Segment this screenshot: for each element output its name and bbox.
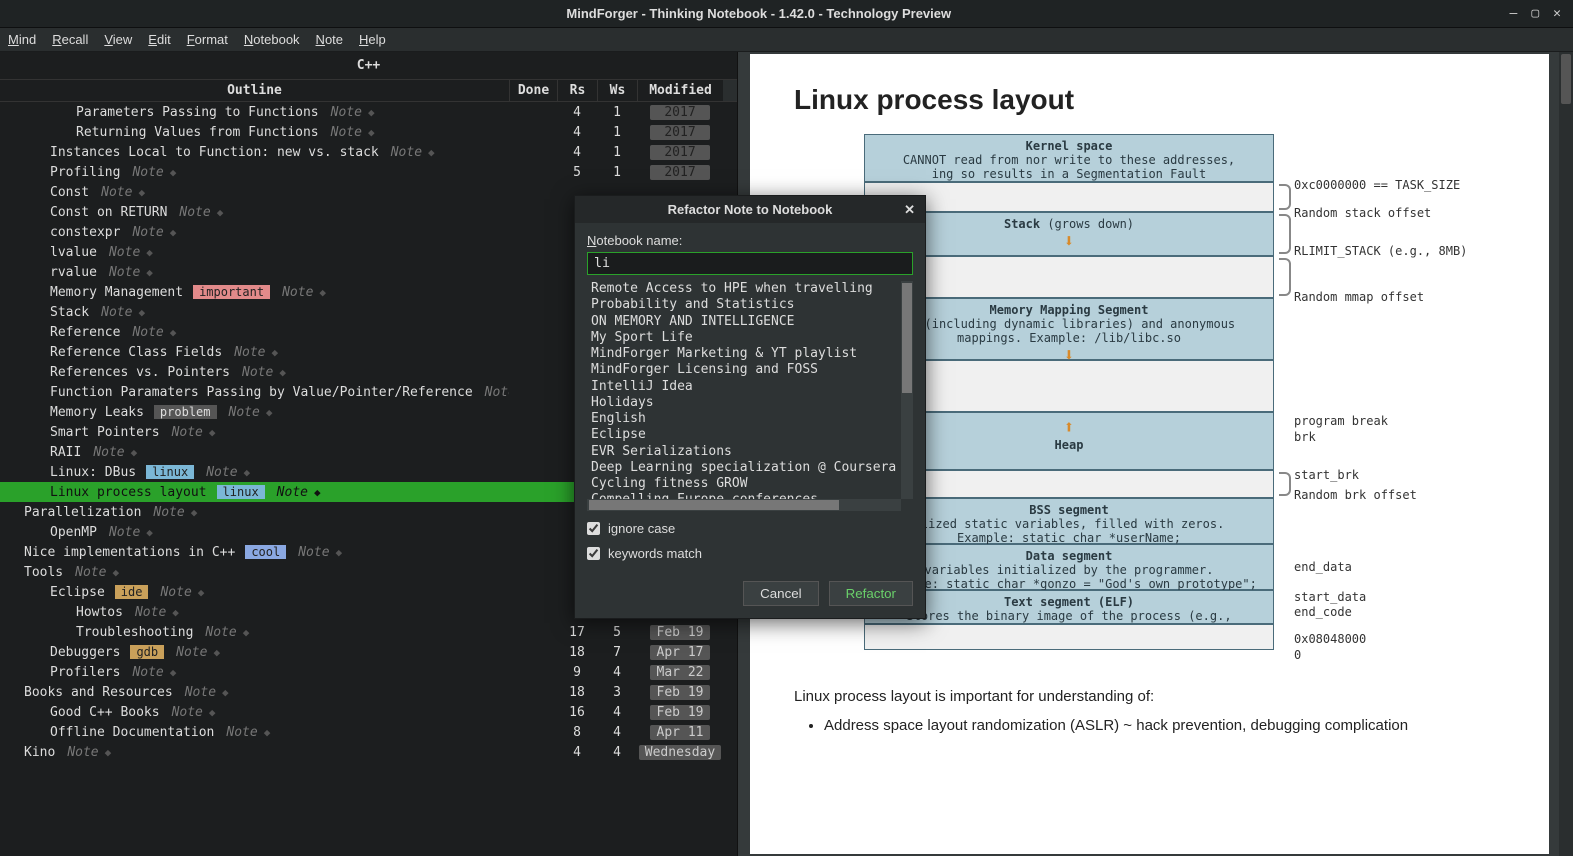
list-item[interactable]: MindForger Licensing and FOSS: [587, 362, 913, 378]
preview-para: Linux process layout is important for un…: [794, 688, 1505, 705]
list-item[interactable]: Holidays: [587, 395, 913, 411]
badge: gdb: [130, 645, 164, 659]
badge: linux: [146, 465, 194, 479]
badge: problem: [154, 405, 217, 419]
list-item[interactable]: Remote Access to HPE when travelling: [587, 281, 913, 297]
dialog-close-icon[interactable]: ✕: [904, 202, 915, 218]
cancel-button[interactable]: Cancel: [743, 581, 819, 606]
titlebar: MindForger - Thinking Notebook - 1.42.0 …: [0, 0, 1573, 28]
badge: ide: [115, 585, 149, 599]
list-item[interactable]: My Sport Life: [587, 330, 913, 346]
col-done[interactable]: Done: [509, 80, 557, 101]
notebook-name-input[interactable]: [587, 252, 913, 275]
table-row[interactable]: Good C++ BooksNote◆164Feb 19: [0, 702, 737, 722]
close-icon[interactable]: ✕: [1553, 6, 1561, 21]
list-item[interactable]: Probability and Statistics: [587, 297, 913, 313]
col-ws[interactable]: Ws: [597, 80, 637, 101]
menu-edit[interactable]: Edit: [148, 32, 170, 47]
table-row[interactable]: Offline DocumentationNote◆84Apr 11: [0, 722, 737, 742]
menu-recall[interactable]: Recall: [52, 32, 88, 47]
preview-bullet: Address space layout randomization (ASLR…: [824, 717, 1505, 734]
list-vscroll[interactable]: [901, 281, 913, 499]
table-row[interactable]: ProfilersNote◆94Mar 22: [0, 662, 737, 682]
list-item[interactable]: IntelliJ Idea: [587, 379, 913, 395]
table-row[interactable]: KinoNote◆44Wednesday: [0, 742, 737, 762]
menu-mind[interactable]: Mind: [8, 32, 36, 47]
col-mod[interactable]: Modified: [637, 80, 723, 101]
list-item[interactable]: MindForger Marketing & YT playlist: [587, 346, 913, 362]
menu-format[interactable]: Format: [187, 32, 228, 47]
outline-header: Outline Done Rs Ws Modified: [0, 79, 737, 102]
menu-view[interactable]: View: [104, 32, 132, 47]
badge: cool: [245, 545, 286, 559]
notebook-list[interactable]: Remote Access to HPE when travellingProb…: [587, 281, 913, 511]
table-row[interactable]: DebuggersgdbNote◆187Apr 17: [0, 642, 737, 662]
notebook-name-label: Notebook name:: [587, 233, 913, 248]
col-outline[interactable]: Outline: [0, 80, 509, 101]
table-row[interactable]: TroubleshootingNote◆175Feb 19: [0, 622, 737, 642]
maximize-icon[interactable]: ▢: [1531, 6, 1539, 21]
dialog-title: Refactor Note to Notebook ✕: [575, 196, 925, 223]
list-item[interactable]: EVR Serializations: [587, 444, 913, 460]
preview-title: Linux process layout: [794, 84, 1505, 116]
list-item[interactable]: Eclipse: [587, 427, 913, 443]
menu-help[interactable]: Help: [359, 32, 386, 47]
table-row[interactable]: Parameters Passing to FunctionsNote◆4120…: [0, 102, 737, 122]
list-item[interactable]: English: [587, 411, 913, 427]
table-row[interactable]: ProfilingNote◆512017: [0, 162, 737, 182]
outline-title: C++: [0, 52, 737, 79]
menubar: Mind Recall View Edit Format Notebook Note Help: [0, 28, 1573, 52]
refactor-dialog: Refactor Note to Notebook ✕ Notebook nam…: [574, 195, 926, 619]
window-title: MindForger - Thinking Notebook - 1.42.0 …: [8, 6, 1510, 21]
refactor-button[interactable]: Refactor: [829, 581, 913, 606]
list-item[interactable]: ON MEMORY AND INTELLIGENCE: [587, 314, 913, 330]
list-hscroll[interactable]: [587, 499, 901, 511]
minimize-icon[interactable]: —: [1510, 6, 1518, 21]
badge: linux: [217, 485, 265, 499]
table-row[interactable]: Instances Local to Function: new vs. sta…: [0, 142, 737, 162]
list-item[interactable]: Cycling fitness GROW: [587, 476, 913, 492]
badge: important: [193, 285, 270, 299]
preview-scrollbar[interactable]: [1559, 52, 1573, 856]
memory-diagram: Kernel space CANNOT read from nor write …: [824, 134, 1505, 674]
keywords-match-checkbox[interactable]: keywords match: [587, 546, 913, 561]
menu-notebook[interactable]: Notebook: [244, 32, 300, 47]
menu-note[interactable]: Note: [316, 32, 343, 47]
col-rs[interactable]: Rs: [557, 80, 597, 101]
table-row[interactable]: Returning Values from FunctionsNote◆4120…: [0, 122, 737, 142]
list-item[interactable]: Deep Learning specialization @ Coursera: [587, 460, 913, 476]
ignore-case-checkbox[interactable]: ignore case: [587, 521, 913, 536]
table-row[interactable]: Books and ResourcesNote◆183Feb 19: [0, 682, 737, 702]
